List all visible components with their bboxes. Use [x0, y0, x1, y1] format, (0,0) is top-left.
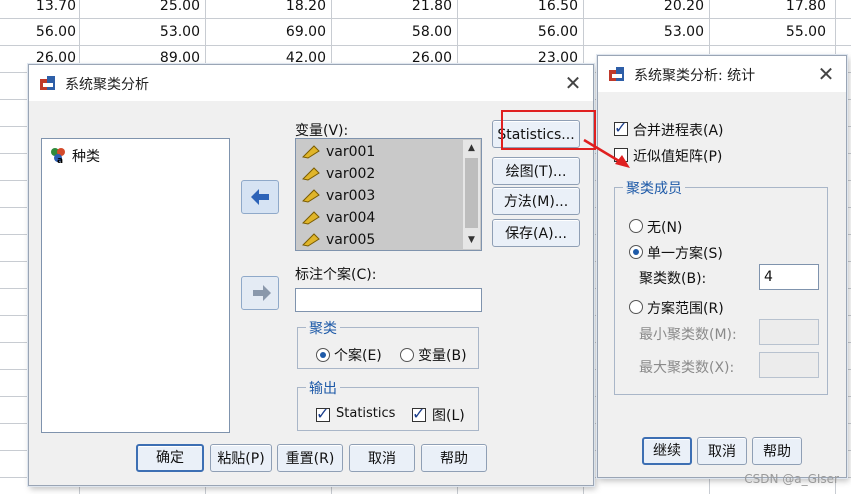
cell[interactable]: 25.00 — [80, 0, 200, 14]
save-button[interactable]: 保存(A)... — [492, 219, 580, 247]
cell[interactable]: 16.50 — [458, 0, 578, 14]
list-item[interactable]: var002 — [326, 166, 375, 182]
check-icon: ✓ — [412, 404, 426, 423]
continue-button[interactable]: 继续 — [642, 437, 692, 465]
output-statistics-label[interactable]: Statistics — [336, 406, 395, 421]
clusters-count-field[interactable]: 4 — [759, 264, 819, 290]
ruler-icon — [302, 145, 320, 159]
proximity-matrix-checkbox[interactable] — [614, 148, 628, 162]
nominal-variable-icon: a — [51, 148, 65, 164]
output-plots-checkbox[interactable]: ✓ — [412, 404, 426, 423]
check-icon: ✓ — [316, 404, 330, 423]
ruler-icon — [302, 167, 320, 181]
label-cases-label: 标注个案(C): — [295, 267, 377, 283]
scroll-up-icon[interactable]: ▲ — [463, 140, 480, 157]
plots-button[interactable]: 绘图(T)... — [492, 157, 580, 185]
cluster-variables-radio[interactable] — [400, 348, 414, 362]
spss-app-icon — [609, 67, 624, 81]
clusters-count-label: 聚类数(B): — [639, 271, 707, 287]
title-bar[interactable]: 系统聚类分析: 统计 ✕ — [598, 56, 846, 92]
cell[interactable]: 58.00 — [332, 24, 452, 40]
cancel-button[interactable]: 取消 — [349, 444, 415, 472]
move-to-label-button[interactable] — [241, 276, 279, 310]
cell[interactable]: 13.70 — [0, 0, 76, 14]
reset-button[interactable]: 重置(R) — [277, 444, 343, 472]
title-bar[interactable]: 系统聚类分析 ✕ — [29, 65, 593, 101]
cluster-statistics-dialog: 系统聚类分析: 统计 ✕ ✓ 合并进程表(A) 近似值矩阵(P) 聚类成员 无(… — [597, 55, 847, 478]
svg-text:a: a — [57, 156, 63, 164]
membership-range-radio[interactable] — [629, 300, 643, 314]
membership-none-label[interactable]: 无(N) — [647, 217, 682, 237]
check-icon: ✓ — [614, 118, 628, 137]
min-clusters-field[interactable] — [759, 319, 819, 345]
label-cases-field[interactable] — [295, 288, 482, 312]
cell[interactable]: 55.00 — [706, 24, 826, 40]
max-clusters-field[interactable] — [759, 352, 819, 378]
cell[interactable]: 56.00 — [458, 24, 578, 40]
scroll-down-icon[interactable]: ▼ — [463, 232, 480, 249]
variables-label: 变量(V): — [295, 123, 349, 139]
ruler-icon — [302, 233, 320, 247]
proximity-matrix-label[interactable]: 近似值矩阵(P) — [633, 146, 722, 166]
dialog-title: 系统聚类分析 — [65, 77, 149, 93]
spss-app-icon — [40, 76, 55, 90]
radio-dot — [633, 249, 639, 255]
close-icon[interactable]: ✕ — [814, 62, 838, 86]
cluster-membership-group: 聚类成员 无(N) 单一方案(S) 聚类数(B): 4 方案范围(R) 最小聚类… — [614, 178, 828, 395]
paste-button[interactable]: 粘贴(P) — [210, 444, 272, 472]
output-statistics-checkbox[interactable]: ✓ — [316, 404, 330, 423]
list-item[interactable]: var005 — [326, 232, 375, 248]
method-button[interactable]: 方法(M)... — [492, 187, 580, 215]
cluster-cases-label[interactable]: 个案(E) — [334, 345, 382, 365]
agglomeration-schedule-label[interactable]: 合并进程表(A) — [633, 120, 724, 140]
scroll-thumb[interactable] — [465, 158, 478, 228]
annotation-highlight-box — [501, 110, 596, 150]
output-plots-label[interactable]: 图(L) — [432, 405, 465, 425]
arrow-left-icon — [251, 189, 269, 205]
output-group-title: 输出 — [306, 378, 340, 398]
variables-scrollbar[interactable]: ▲ ▼ — [463, 140, 480, 249]
help-button[interactable]: 帮助 — [421, 444, 487, 472]
list-item[interactable]: var003 — [326, 188, 375, 204]
arrow-right-icon — [253, 285, 271, 301]
ok-button[interactable]: 确定 — [136, 444, 204, 472]
radio-dot — [320, 352, 326, 358]
ruler-icon — [302, 189, 320, 203]
cluster-variables-label[interactable]: 变量(B) — [418, 345, 467, 365]
membership-single-label[interactable]: 单一方案(S) — [647, 243, 723, 263]
source-variable-list[interactable]: a 种类 — [41, 138, 230, 433]
ruler-icon — [302, 211, 320, 225]
stats-cancel-button[interactable]: 取消 — [697, 437, 747, 465]
list-item[interactable]: var001 — [326, 144, 375, 160]
cluster-group: 聚类 个案(E) 变量(B) — [297, 318, 479, 369]
move-to-variables-button[interactable] — [241, 180, 279, 214]
source-variable-item[interactable]: 种类 — [72, 146, 100, 166]
close-icon[interactable]: ✕ — [561, 71, 585, 95]
cell[interactable]: 53.00 — [80, 24, 200, 40]
min-clusters-label: 最小聚类数(M): — [639, 327, 737, 343]
output-group: 输出 ✓ Statistics ✓ 图(L) — [297, 378, 479, 431]
membership-none-radio[interactable] — [629, 219, 643, 233]
cell[interactable]: 21.80 — [332, 0, 452, 14]
variables-list[interactable]: var001 var002 var003 var004 var005 ▲ ▼ — [295, 138, 482, 251]
agglomeration-schedule-checkbox[interactable]: ✓ — [614, 118, 628, 137]
cell[interactable]: 56.00 — [0, 24, 76, 40]
cell[interactable]: 53.00 — [584, 24, 704, 40]
cluster-cases-radio[interactable] — [316, 348, 330, 362]
membership-single-radio[interactable] — [629, 245, 643, 259]
stats-help-button[interactable]: 帮助 — [752, 437, 802, 465]
cell[interactable]: 17.80 — [706, 0, 826, 14]
cluster-group-title: 聚类 — [306, 318, 340, 338]
cell[interactable]: 18.20 — [206, 0, 326, 14]
cell[interactable]: 20.20 — [584, 0, 704, 14]
max-clusters-label: 最大聚类数(X): — [639, 360, 735, 376]
dialog-title: 系统聚类分析: 统计 — [634, 68, 756, 84]
list-item[interactable]: var004 — [326, 210, 375, 226]
cell[interactable]: 69.00 — [206, 24, 326, 40]
cluster-membership-title: 聚类成员 — [623, 178, 685, 198]
watermark: CSDN @a_GIser — [744, 472, 839, 486]
membership-range-label[interactable]: 方案范围(R) — [647, 298, 724, 318]
